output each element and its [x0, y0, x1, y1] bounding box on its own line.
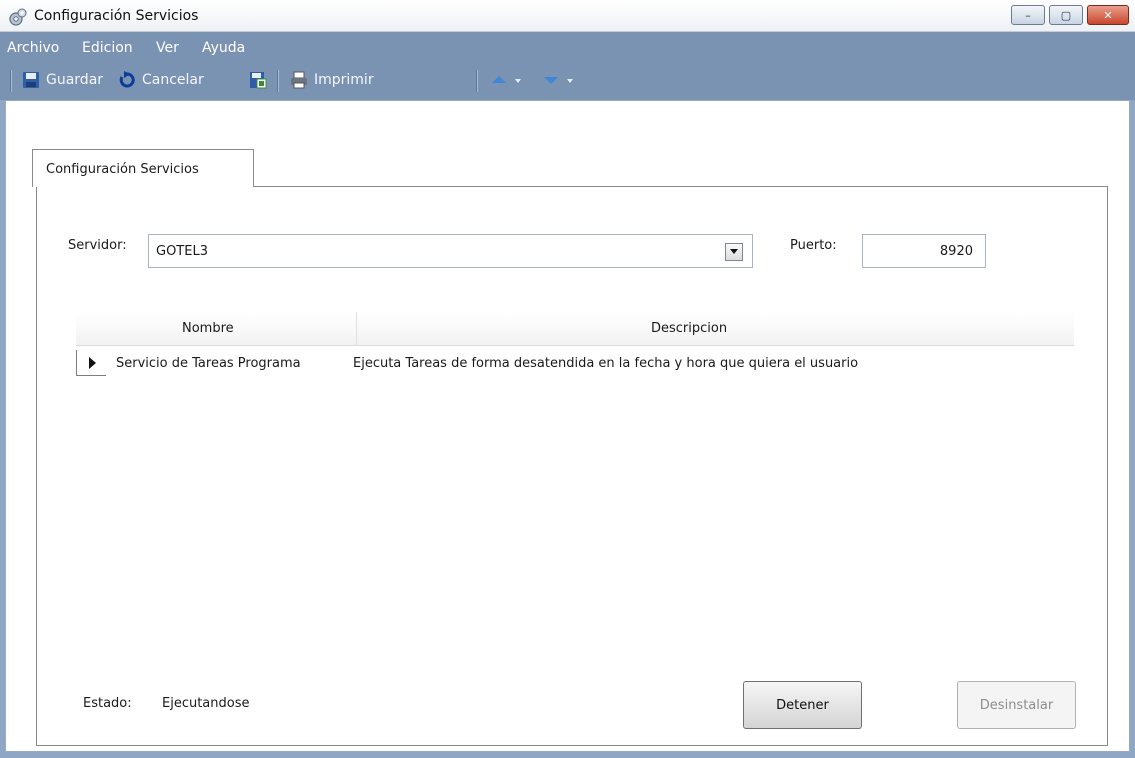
save-icon — [23, 72, 39, 88]
cancel-button[interactable]: Cancelar — [118, 71, 204, 89]
minimize-icon: – — [1025, 8, 1031, 22]
undo-icon — [119, 71, 135, 88]
cell-nombre: Servicio de Tareas Programa — [116, 356, 301, 371]
save-label: Guardar — [46, 72, 104, 88]
save-as-icon — [250, 72, 267, 89]
toolbar-grip — [10, 70, 12, 92]
stop-button[interactable]: Detener — [743, 681, 862, 729]
close-icon: ✕ — [1103, 8, 1113, 22]
arrow-down-icon — [544, 77, 558, 84]
column-header-descripcion[interactable]: Descripcion — [651, 321, 727, 336]
arrow-up-icon — [492, 76, 506, 83]
next-button[interactable] — [542, 71, 574, 89]
toolbar-separator — [476, 70, 478, 92]
combo-dropdown-button[interactable] — [725, 243, 743, 261]
status-label: Estado: — [83, 696, 132, 711]
chevron-down-icon — [515, 79, 521, 83]
tab-label: Configuración Servicios — [46, 162, 199, 177]
save-button[interactable]: Guardar — [22, 71, 103, 89]
toolbar-separator — [277, 70, 279, 92]
maximize-button[interactable]: ▢ — [1049, 5, 1083, 25]
current-row-icon — [89, 357, 96, 369]
server-label: Servidor: — [68, 238, 127, 253]
grid-header: Nombre Descripcion — [76, 312, 1074, 346]
minimize-button[interactable]: – — [1011, 5, 1045, 25]
title-bar: Configuración Servicios – ▢ ✕ — [0, 0, 1135, 32]
menu-bar: Archivo Edicion Ver Ayuda — [0, 32, 1135, 62]
menu-ver[interactable]: Ver — [156, 40, 179, 56]
printer-icon — [291, 71, 307, 89]
cancel-label: Cancelar — [142, 72, 204, 88]
server-value: GOTEL3 — [156, 244, 208, 259]
uninstall-button[interactable]: Desinstalar — [957, 681, 1076, 729]
status-value: Ejecutandose — [162, 696, 250, 711]
print-button[interactable]: Imprimir — [290, 71, 374, 89]
print-label: Imprimir — [314, 72, 374, 88]
menu-archivo[interactable]: Archivo — [7, 40, 59, 56]
column-header-nombre[interactable]: Nombre — [182, 321, 234, 336]
server-combo[interactable]: GOTEL3 — [148, 234, 753, 268]
table-row[interactable]: Servicio de Tareas Programa Ejecuta Tare… — [76, 346, 1074, 380]
column-divider[interactable] — [356, 312, 357, 345]
tab-configuracion-servicios[interactable]: Configuración Servicios — [32, 149, 254, 187]
menu-ayuda[interactable]: Ayuda — [202, 40, 245, 56]
toolbar: Guardar Cancelar Imprimir — [0, 62, 1135, 100]
close-button[interactable]: ✕ — [1087, 5, 1129, 25]
port-label: Puerto: — [790, 238, 837, 253]
menu-edicion[interactable]: Edicion — [82, 40, 133, 56]
row-selector[interactable] — [76, 350, 106, 376]
previous-button[interactable] — [490, 71, 522, 89]
window-controls: – ▢ ✕ — [1011, 5, 1129, 25]
chevron-down-icon — [730, 249, 738, 254]
tab-page — [36, 186, 1108, 746]
gear-icon — [9, 8, 27, 26]
maximize-icon: ▢ — [1060, 8, 1072, 22]
chevron-down-icon — [567, 79, 573, 83]
cell-descripcion: Ejecuta Tareas de forma desatendida en l… — [353, 356, 859, 371]
export-button[interactable] — [249, 71, 267, 89]
port-field[interactable]: 8920 — [862, 234, 986, 268]
window-title: Configuración Servicios — [34, 8, 199, 24]
